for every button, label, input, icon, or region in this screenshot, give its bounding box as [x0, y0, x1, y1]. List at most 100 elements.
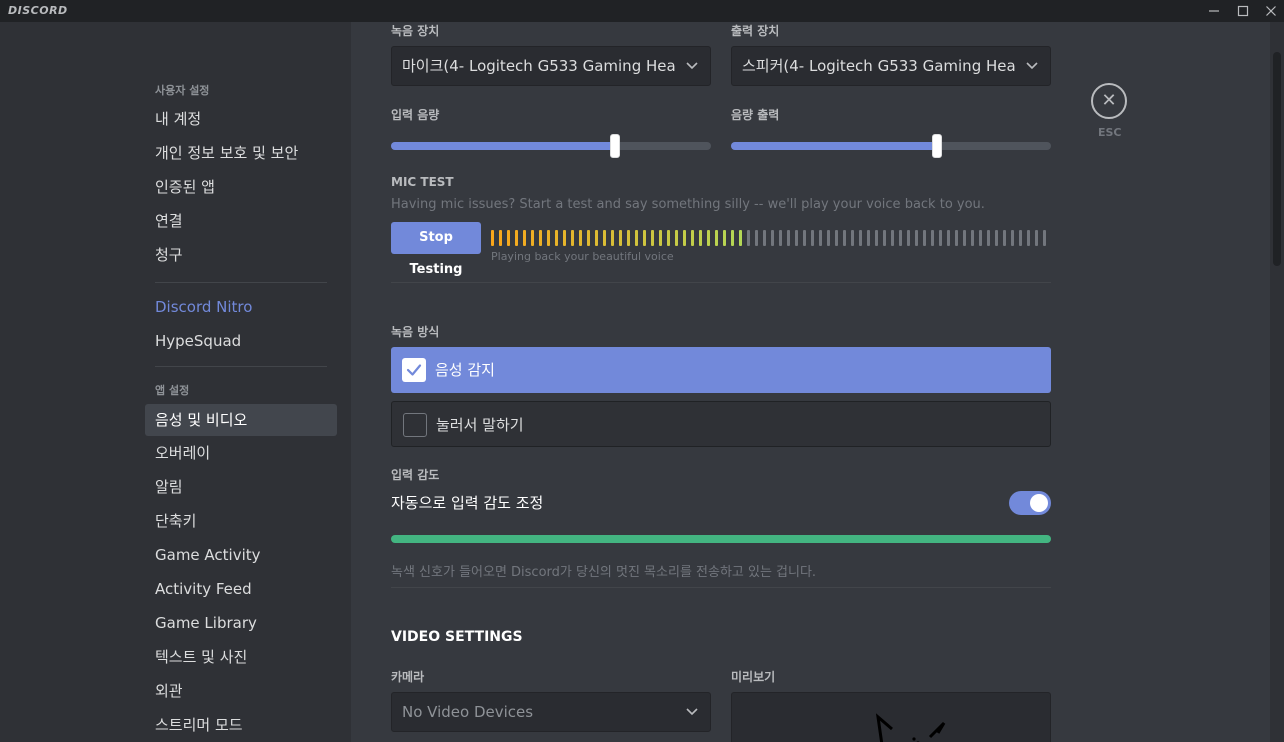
meter-segment	[987, 230, 990, 246]
output-device-select[interactable]: 스피커(4- Logitech G533 Gaming Hea	[731, 46, 1051, 86]
meter-segment	[603, 230, 606, 246]
meter-segment	[747, 230, 750, 246]
auto-sensitivity-label: 자동으로 입력 감도 조정	[391, 494, 544, 512]
esc-label: ESC	[1098, 126, 1122, 139]
meter-segment	[835, 230, 838, 246]
input-mode-label: 녹음 방식	[391, 325, 440, 339]
output-device-label: 출력 장치	[731, 24, 780, 38]
sidebar-item-appearance[interactable]: 외관	[145, 675, 337, 707]
stop-testing-button[interactable]: Stop Testing	[391, 222, 481, 277]
maximize-window-button[interactable]	[1228, 0, 1258, 22]
close-icon: ✕	[1101, 90, 1117, 111]
sensitivity-label: 입력 감도	[391, 468, 440, 482]
input-volume-slider[interactable]	[391, 134, 711, 158]
meter-segment	[923, 230, 926, 246]
meter-segment	[1027, 230, 1030, 246]
output-volume-slider[interactable]	[731, 134, 1051, 158]
mic-test-description: Having mic issues? Start a test and say …	[391, 197, 985, 212]
close-settings-button[interactable]: ✕	[1091, 83, 1127, 119]
app-brand: DISCORD	[8, 4, 68, 17]
title-bar: DISCORD	[0, 0, 1284, 22]
meter-segment	[771, 230, 774, 246]
meter-segment	[651, 230, 654, 246]
meter-segment	[731, 230, 734, 246]
sidebar-item-hypesquad[interactable]: HypeSquad	[145, 325, 337, 357]
meter-segment	[1035, 230, 1038, 246]
mic-test-title: MIC TEST	[391, 175, 454, 189]
sidebar-item-text-images[interactable]: 텍스트 및 사진	[145, 641, 337, 673]
sidebar-item-overlay[interactable]: 오버레이	[145, 437, 337, 469]
output-volume-handle[interactable]	[932, 134, 942, 158]
meter-segment	[899, 230, 902, 246]
meter-segment	[635, 230, 638, 246]
sidebar-item-authorized-apps[interactable]: 인증된 앱	[145, 171, 337, 203]
auto-sensitivity-toggle[interactable]	[1009, 491, 1051, 515]
meter-segment	[995, 230, 998, 246]
app-settings-category: 앱 설정	[155, 384, 190, 397]
wumpus-illustration-icon	[875, 713, 946, 742]
mic-level-meter	[491, 230, 1051, 246]
meter-segment	[739, 230, 742, 246]
meter-segment	[915, 230, 918, 246]
meter-segment	[667, 230, 670, 246]
meter-segment	[571, 230, 574, 246]
preview-label: 미리보기	[731, 670, 776, 684]
sidebar-item-keybinds[interactable]: 단축키	[145, 505, 337, 537]
meter-segment	[595, 230, 598, 246]
close-window-button[interactable]	[1256, 0, 1284, 22]
sidebar-item-notifications[interactable]: 알림	[145, 471, 337, 503]
meter-segment	[875, 230, 878, 246]
sidebar-item-billing[interactable]: 청구	[145, 239, 337, 271]
voice-activity-label: 음성 감지	[435, 361, 495, 379]
chevron-down-icon	[686, 693, 698, 731]
camera-select[interactable]: No Video Devices	[391, 692, 711, 732]
sidebar-item-game-library[interactable]: Game Library	[145, 607, 337, 639]
sidebar-item-connections[interactable]: 연결	[145, 205, 337, 237]
meter-segment	[683, 230, 686, 246]
content-scrollbar[interactable]	[1270, 22, 1284, 742]
meter-segment	[947, 230, 950, 246]
meter-segment	[827, 230, 830, 246]
sidebar-item-streamer-mode[interactable]: 스트리머 모드	[145, 709, 337, 741]
meter-segment	[979, 230, 982, 246]
sensitivity-hint: 녹색 신호가 들어오면 Discord가 당신의 멋진 목소리를 전송하고 있는…	[391, 565, 817, 580]
meter-segment	[851, 230, 854, 246]
sidebar-item-privacy[interactable]: 개인 정보 보호 및 보안	[145, 137, 337, 169]
meter-segment	[627, 230, 630, 246]
meter-segment	[843, 230, 846, 246]
meter-segment	[563, 230, 566, 246]
input-volume-fill	[391, 142, 615, 150]
sidebar-item-my-account[interactable]: 내 계정	[145, 103, 337, 135]
meter-caption: Playing back your beautiful voice	[491, 250, 674, 263]
meter-segment	[691, 230, 694, 246]
meter-segment	[883, 230, 886, 246]
meter-segment	[763, 230, 766, 246]
meter-segment	[491, 230, 494, 246]
sidebar-item-voice-video[interactable]: 음성 및 비디오	[145, 404, 337, 436]
sidebar-item-nitro[interactable]: Discord Nitro	[145, 291, 337, 323]
meter-segment	[1043, 230, 1046, 246]
meter-segment	[675, 230, 678, 246]
camera-label: 카메라	[391, 670, 425, 684]
meter-segment	[587, 230, 590, 246]
sidebar-item-game-activity[interactable]: Game Activity	[145, 539, 337, 571]
meter-segment	[859, 230, 862, 246]
voice-activity-option[interactable]: 음성 감지	[391, 347, 1051, 393]
meter-segment	[555, 230, 558, 246]
chevron-down-icon	[686, 47, 698, 85]
check-icon	[402, 358, 426, 382]
input-volume-handle[interactable]	[610, 134, 620, 158]
scrollbar-thumb[interactable]	[1273, 52, 1281, 266]
meter-segment	[819, 230, 822, 246]
minimize-window-button[interactable]	[1199, 0, 1229, 22]
output-volume-fill	[731, 142, 937, 150]
push-to-talk-option[interactable]: 눌러서 말하기	[391, 401, 1051, 447]
output-volume-label: 음량 출력	[731, 108, 780, 122]
input-device-select[interactable]: 마이크(4- Logitech G533 Gaming Hea	[391, 46, 711, 86]
sidebar-item-activity-feed[interactable]: Activity Feed	[145, 573, 337, 605]
meter-segment	[579, 230, 582, 246]
meter-segment	[547, 230, 550, 246]
input-device-value: 마이크(4- Logitech G533 Gaming Hea	[402, 57, 676, 75]
meter-segment	[539, 230, 542, 246]
toggle-knob	[1030, 494, 1048, 512]
